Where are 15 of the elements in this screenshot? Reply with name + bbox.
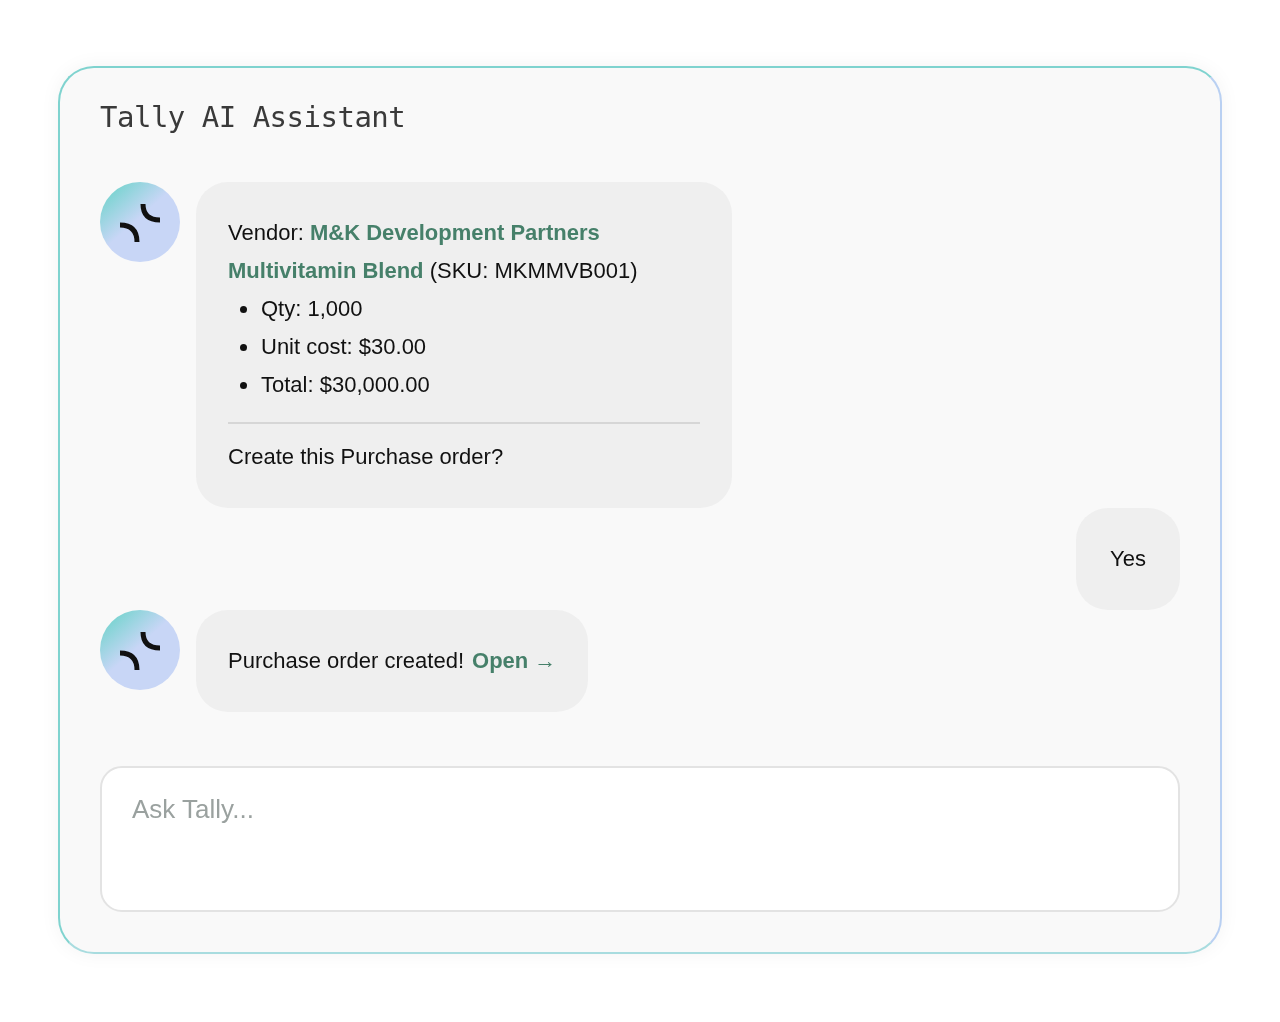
bullet-icon [240,381,247,389]
question-text: Create this Purchase order? [228,443,505,471]
vendor-text: Vendor: M&K Development Partners Multivitamin Blend (SKU: MKMMVB001) [228,219,639,285]
panel-title: Tally AI Assistant [100,100,407,134]
bullet-icon [240,305,247,313]
assistant-avatar-icon [100,182,180,262]
message-text: Yes [1110,545,1146,573]
list-item-text: Unit cost: $30.00 [261,333,427,361]
ask-input-field[interactable]: Ask Tally... [100,766,1180,912]
list-item-text: Total: $30,000.00 [261,371,430,399]
message-text: Purchase order created! [228,647,465,675]
bullet-icon [240,343,247,351]
assistant-avatar-icon [100,610,180,690]
open-link[interactable]: Open → [472,642,557,680]
list-item-text: Qty: 1,000 [261,295,363,323]
